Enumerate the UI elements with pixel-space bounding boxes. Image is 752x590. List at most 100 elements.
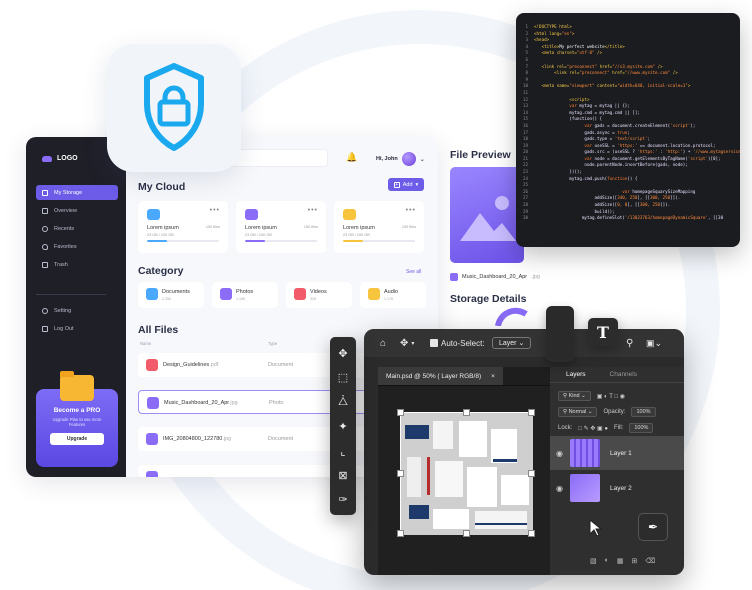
- sidebar-item-overview[interactable]: Overview: [36, 203, 118, 218]
- category-count: 328: [310, 297, 316, 301]
- sidebar-item-favorites[interactable]: Favorites: [36, 239, 118, 254]
- upgrade-button[interactable]: Upgrade: [50, 432, 104, 445]
- checkbox[interactable]: [430, 339, 438, 347]
- transform-handle[interactable]: [528, 470, 535, 477]
- code-token: "//s3.mysite.com": [612, 63, 656, 69]
- trash-icon[interactable]: ⌫: [645, 557, 655, 565]
- more-icon[interactable]: •••: [210, 207, 220, 214]
- line-number: 13: [522, 103, 528, 109]
- move-icon[interactable]: ✥ ▾: [400, 329, 414, 357]
- category-videos[interactable]: Videos 328: [286, 282, 352, 308]
- column-header-type[interactable]: Type: [268, 341, 277, 346]
- code-token: useSSL =: [594, 142, 618, 148]
- code-editor[interactable]: 1 <!DOCTYPE html> 2 <html lang= "en" >3 <head>…: [516, 13, 740, 247]
- line-number: 15: [522, 116, 528, 122]
- see-all-link[interactable]: See all: [406, 269, 421, 275]
- transform-handle[interactable]: [528, 409, 535, 416]
- group-icon[interactable]: ▦: [617, 557, 624, 565]
- auto-select-toggle[interactable]: Auto-Select:: [430, 329, 485, 357]
- code-token: mytag.defineSlot(: [534, 215, 625, 221]
- code-line: 10 <meta name= "viewport" content= "width=…: [516, 83, 740, 90]
- code-token: )[0];: [707, 155, 721, 161]
- type-tool-icon[interactable]: T: [588, 318, 618, 346]
- security-badge: [107, 44, 241, 172]
- add-button[interactable]: + Add ▾: [388, 178, 424, 191]
- gear-icon: [42, 307, 48, 314]
- file-extension: .jpg: [228, 400, 238, 406]
- document-tab[interactable]: Main.psd @ 50% ( Layer RGB/8) ×: [378, 367, 503, 385]
- frame-icon[interactable]: ⊠: [335, 467, 351, 483]
- filter-icons[interactable]: ▣ ◐ T □ ◉: [597, 393, 625, 400]
- tab-channels[interactable]: Channels: [610, 371, 637, 378]
- eye-icon[interactable]: ◉: [556, 449, 563, 458]
- crop-icon[interactable]: ⌞: [335, 443, 351, 459]
- category-documents[interactable]: Documents 2,350: [138, 282, 204, 308]
- transform-handle[interactable]: [463, 530, 470, 537]
- move-icon[interactable]: ✥: [335, 345, 351, 361]
- more-icon[interactable]: •••: [308, 207, 318, 214]
- opacity-input[interactable]: 100%: [631, 407, 656, 417]
- code-token: "width=640, initial-scale=1": [617, 83, 688, 89]
- clip-decoration: [546, 306, 574, 362]
- category-photos[interactable]: Photos 1,156: [212, 282, 278, 308]
- lock-label: Lock:: [558, 425, 573, 431]
- line-number: 16: [522, 122, 528, 128]
- blend-mode-select[interactable]: ⚲ Normal ⌄: [558, 407, 598, 417]
- eye-icon[interactable]: ◉: [556, 484, 563, 493]
- user-menu[interactable]: Hi, John ⌄: [376, 152, 425, 166]
- sidebar-item-trash[interactable]: Trash: [36, 257, 118, 272]
- transform-handle[interactable]: [463, 409, 470, 416]
- preview-image[interactable]: [450, 167, 524, 263]
- home-icon[interactable]: ⌂: [380, 329, 386, 357]
- cloud-card[interactable]: ••• Lorem ipsum 150 files 23 GB / 100 GB: [334, 201, 424, 253]
- adjustment-icon[interactable]: ◐: [605, 557, 609, 565]
- layer-row[interactable]: ◉ Layer 2: [550, 471, 684, 505]
- code-token: node.parentNode.insertBefore(gads, node)…: [534, 162, 688, 168]
- sidebar-item-recents[interactable]: Recents: [36, 221, 118, 236]
- category-audio[interactable]: Audio 1,176: [360, 282, 426, 308]
- transform-handle[interactable]: [528, 530, 535, 537]
- tools-panel: ✥ ⬚ ⧊ ✦ ⌞ ⊠ ✑: [330, 337, 356, 515]
- magic-wand-icon[interactable]: ✦: [335, 418, 351, 434]
- new-layer-icon[interactable]: ⊞: [631, 557, 637, 565]
- code-token: var: [534, 155, 595, 161]
- transform-handle[interactable]: [397, 470, 404, 477]
- image-placeholder-icon: [460, 196, 516, 241]
- column-header-name[interactable]: Name: [140, 341, 151, 346]
- sidebar-item-my-storage[interactable]: My Storage: [36, 185, 118, 200]
- code-token: content=: [594, 83, 618, 89]
- layer-select[interactable]: Layer ⌄: [492, 329, 532, 357]
- code-token: "//www.mysite.com": [624, 70, 671, 76]
- transform-handle[interactable]: [397, 409, 404, 416]
- fill-input[interactable]: 100%: [629, 423, 654, 433]
- code-line: 22 node.parentNode.insertBefore(gads, no…: [516, 162, 740, 169]
- line-number: 3: [525, 37, 528, 43]
- bell-icon[interactable]: 🔔: [346, 152, 357, 163]
- transform-handle[interactable]: [397, 530, 404, 537]
- close-icon[interactable]: ×: [491, 373, 495, 380]
- code-line: 7 <link rel= "preconnect" href= "//s3.mysi…: [516, 64, 740, 71]
- canvas[interactable]: [397, 409, 535, 537]
- more-icon[interactable]: •••: [406, 207, 416, 214]
- preview-file-name: Music_Dashboard_20_Apr .jpg: [450, 273, 540, 281]
- lasso-icon[interactable]: ⧊: [335, 394, 351, 410]
- code-token: 300, 250: [639, 202, 661, 208]
- code-token: "viewport": [569, 83, 595, 89]
- lock-icons[interactable]: □ ✎ ✥ ▣ ●: [578, 425, 608, 432]
- workspace-icon[interactable]: ▣⌄: [646, 329, 662, 357]
- cloud-card[interactable]: ••• Lorem ipsum 150 files 23 GB / 100 GB: [236, 201, 326, 253]
- sidebar-item-setting[interactable]: Setting: [36, 303, 118, 318]
- pen-tool-icon[interactable]: ✒: [638, 513, 668, 541]
- sidebar-item-log-out[interactable]: Log Out: [36, 321, 118, 336]
- sidebar-item-label: Log Out: [54, 325, 74, 332]
- link-icon[interactable]: ▧: [590, 557, 597, 565]
- search-icon[interactable]: ⚲: [626, 329, 633, 357]
- cloud-card[interactable]: ••• Lorem ipsum 150 files 23 GB / 100 GB: [138, 201, 228, 253]
- tab-layers[interactable]: Layers: [566, 371, 586, 378]
- layer-row[interactable]: ◉ Layer 1: [550, 436, 684, 470]
- kind-filter[interactable]: ⚲ Kind ⌄: [558, 391, 591, 401]
- line-number: 17: [522, 129, 528, 135]
- marquee-icon[interactable]: ⬚: [335, 369, 351, 385]
- canvas-area[interactable]: [378, 385, 556, 575]
- eyedropper-icon[interactable]: ✑: [335, 491, 351, 507]
